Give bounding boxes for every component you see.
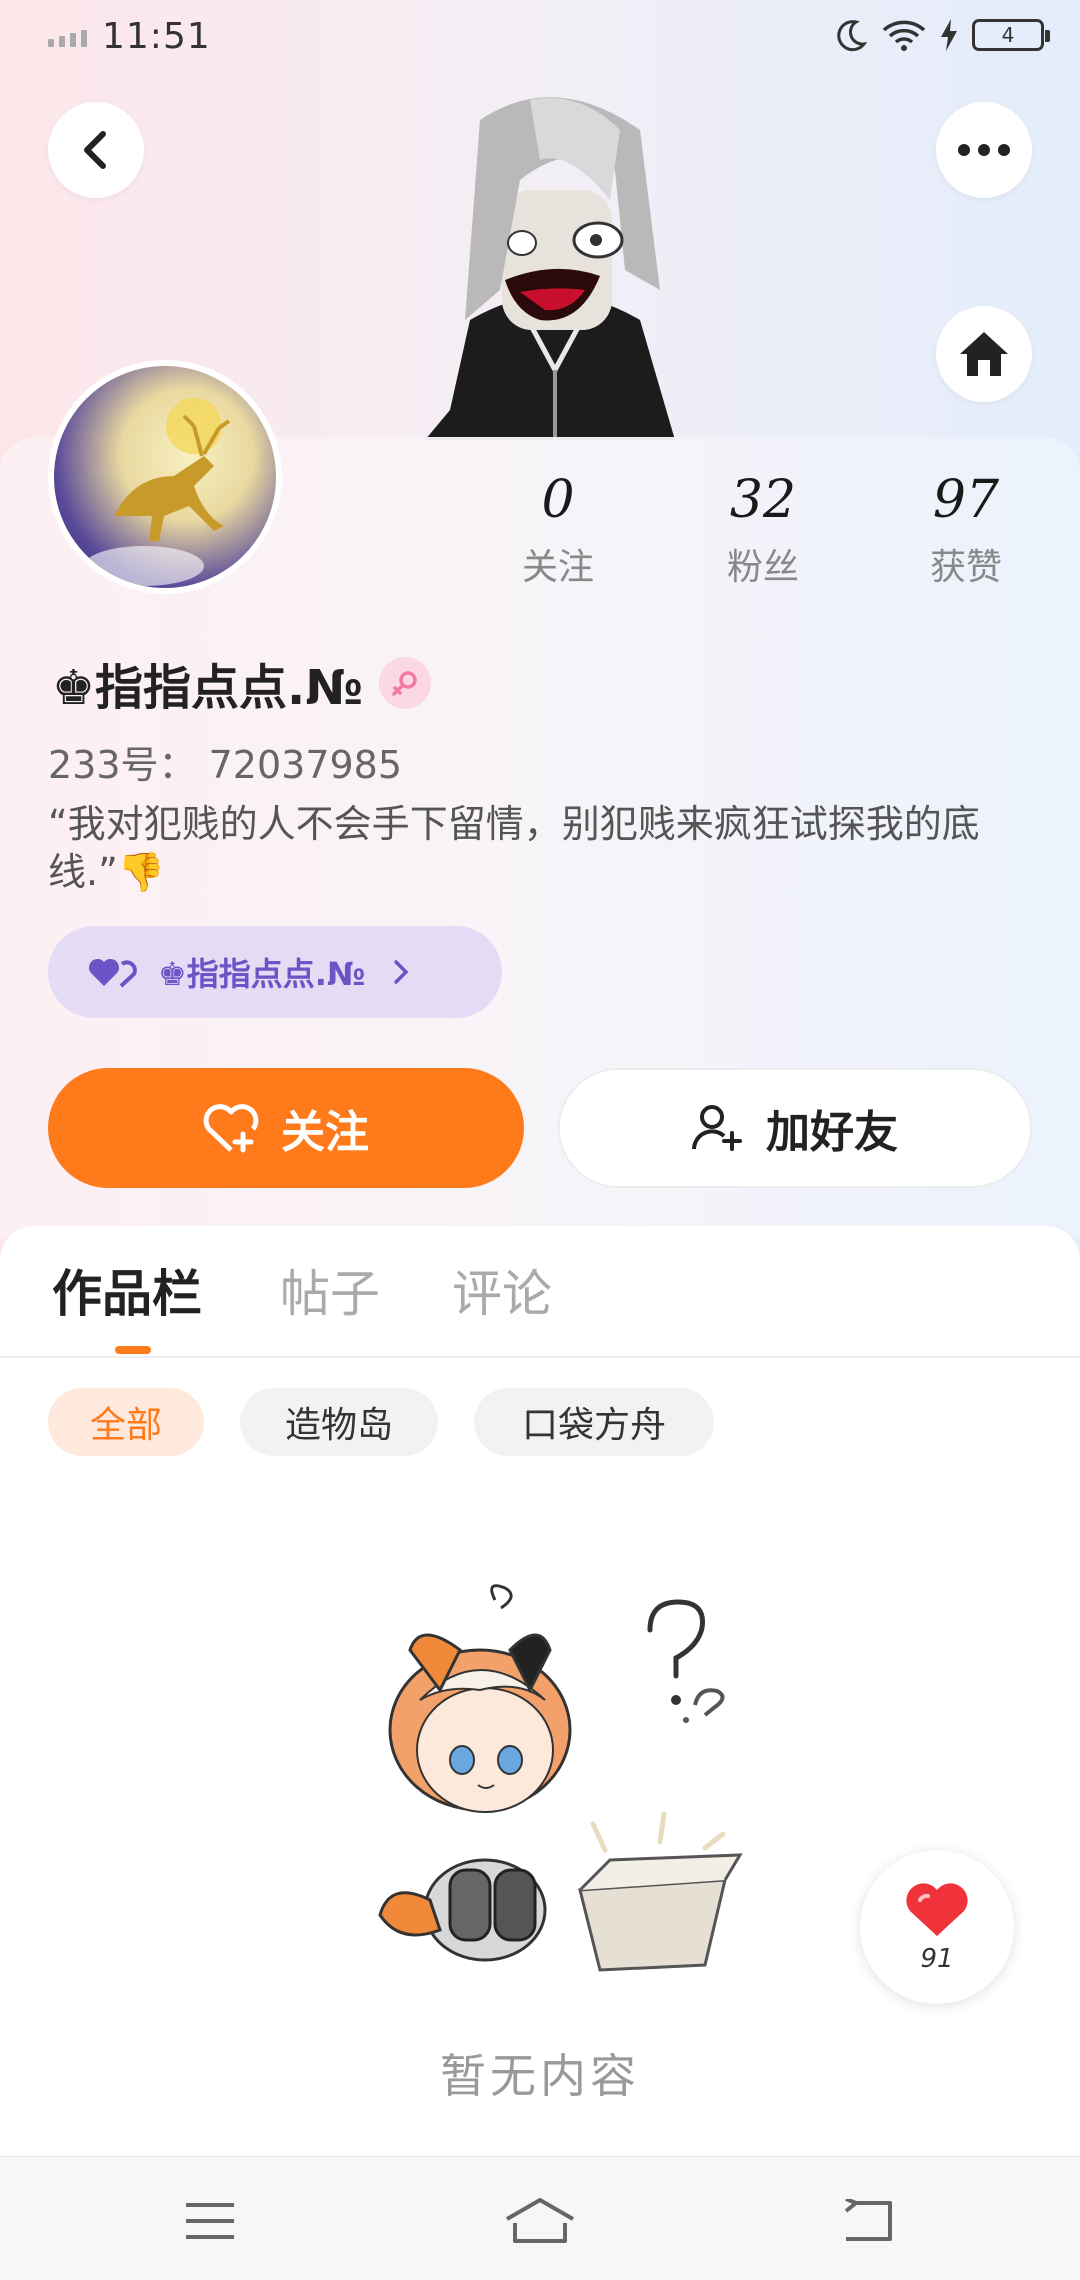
follow-button[interactable]: 关注 [48,1068,524,1188]
battery-icon: 4 [972,19,1050,51]
tab-comments[interactable]: 评论 [452,1254,552,1326]
status-bar: 11:51 4 [0,0,1080,80]
nickname: ♚指指点点.№ [52,660,364,716]
add-user-icon [692,1105,742,1151]
back-nav-icon[interactable] [842,2199,894,2243]
filter-chip-creation-island[interactable]: 造物岛 [240,1388,438,1456]
tab-posts[interactable]: 帖子 [280,1254,380,1326]
stat-value: 32 [729,470,797,530]
bio: “我对犯贱的人不会手下留情，别犯贱来疯狂试探我的底线.”👎 [48,802,980,894]
like-button[interactable]: 91 [860,1850,1014,2004]
heart-icon [906,1883,968,1936]
empty-state-illustration [378,1584,743,1972]
like-count: 91 [920,1944,954,1974]
nickname-row: ♚指指点点.№ [52,648,432,718]
add-friend-label: 加好友 [766,1107,898,1158]
filter-chip-pocket-ark[interactable]: 口袋方舟 [474,1388,714,1456]
back-icon [84,131,106,169]
add-friend-button[interactable]: 加好友 [558,1068,1032,1188]
stat-label: 关注 [521,547,594,588]
more-button[interactable] [936,102,1032,198]
deer-emblem-image [84,398,231,586]
stat-label: 粉丝 [726,547,799,588]
stat-value: 0 [541,470,575,530]
stat-followers[interactable]: 32 粉丝 [693,470,833,590]
stat-label: 获赞 [929,547,1002,588]
home-button[interactable] [936,306,1032,402]
character-avatar-3d [425,97,675,440]
heart-double-icon [88,958,137,988]
home-icon [960,332,1008,376]
follow-label: 关注 [281,1107,369,1158]
battery-level: 4 [1001,23,1015,47]
stat-likes[interactable]: 97 获赞 [896,470,1036,590]
guild-tag-label: ♚指指点点.№ [158,955,366,993]
filter-chip-all[interactable]: 全部 [48,1388,204,1456]
stat-following[interactable]: 0 关注 [488,470,628,590]
empty-state-text: 暂无内容 [440,2049,640,2103]
signal-icon [48,30,87,47]
chevron-right-icon [394,960,409,984]
home-nav-icon[interactable] [505,2197,575,2243]
user-id: 233号： 72037985 [48,743,403,787]
system-nav-bar [0,2156,1080,2280]
tab-indicator [115,1346,151,1354]
avatar[interactable] [48,360,282,594]
more-icon [958,144,1010,156]
menu-icon[interactable] [184,2201,236,2241]
divider [0,1356,1080,1358]
stat-value: 97 [932,470,1000,530]
back-button[interactable] [48,102,144,198]
charging-icon [941,19,957,51]
heart-plus-icon [203,1104,259,1153]
tab-works[interactable]: 作品栏 [52,1254,202,1326]
status-time: 11:51 [102,16,211,57]
female-gender-icon [379,657,432,709]
wifi-icon [882,20,926,51]
guild-tag-pill[interactable]: ♚指指点点.№ [48,926,502,1018]
moon-icon [837,20,868,52]
